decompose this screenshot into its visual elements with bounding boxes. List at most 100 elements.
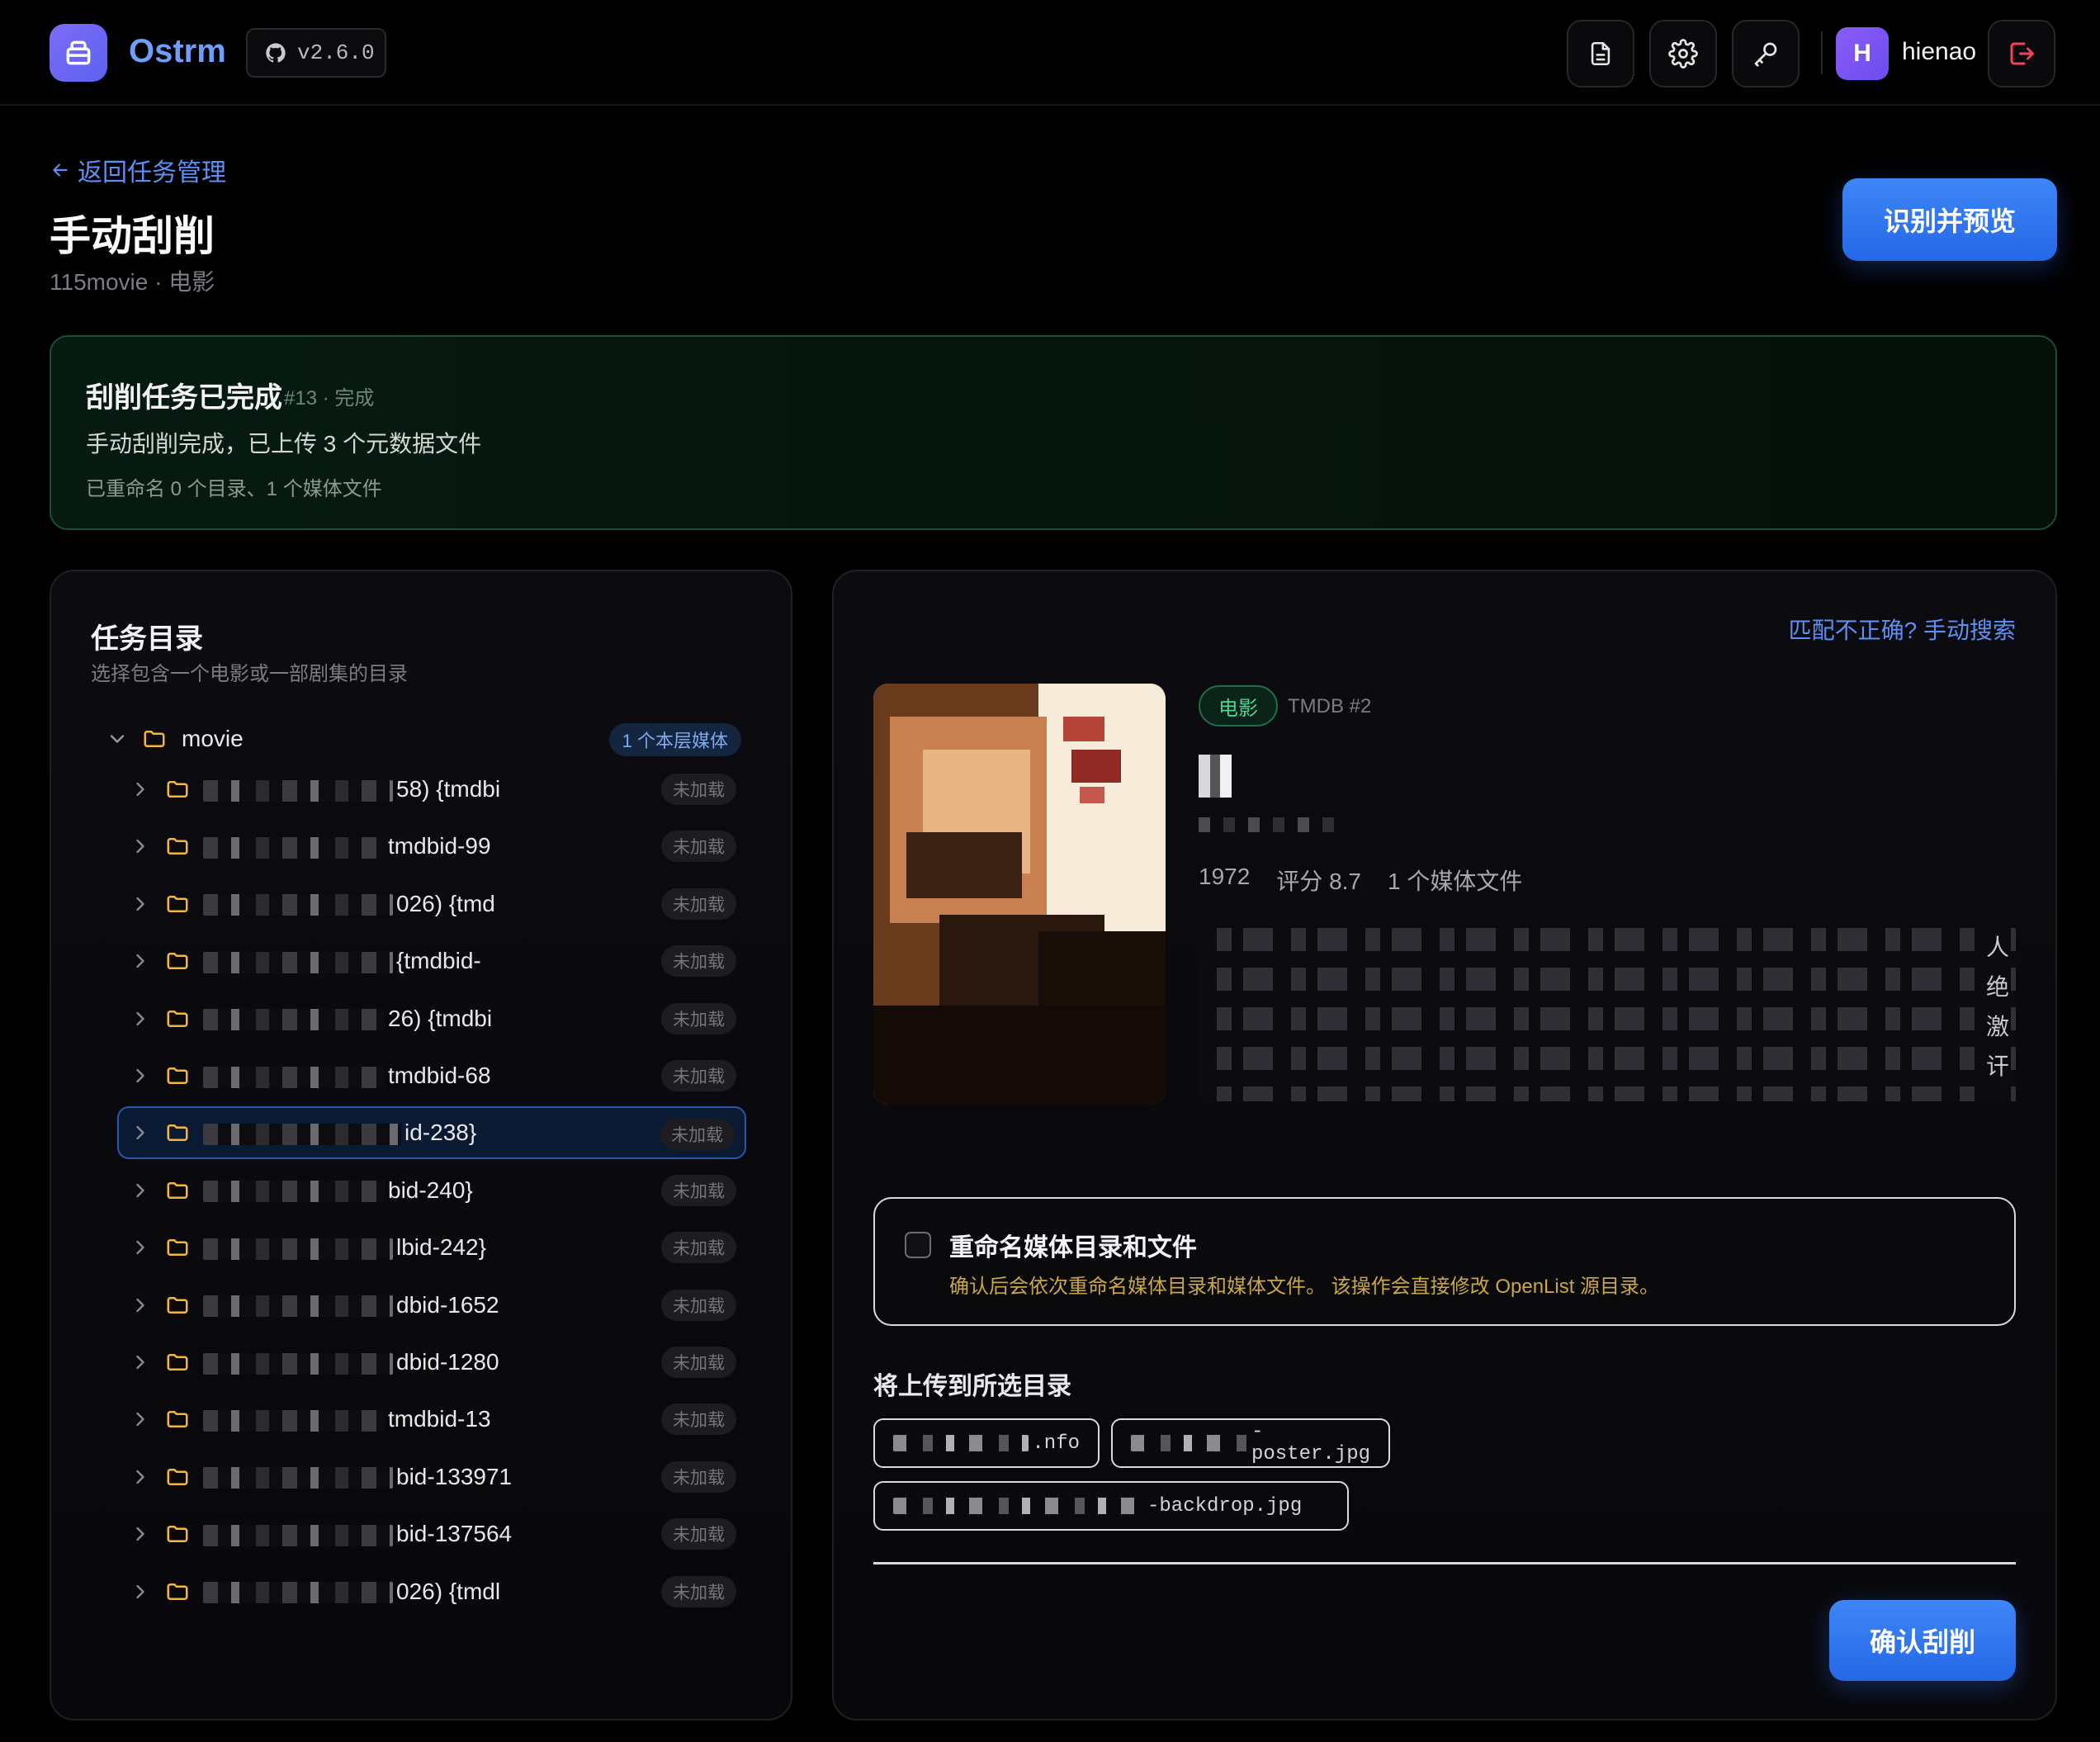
back-link-label: 返回任务管理 [78,159,226,187]
tree-row[interactable]: {tmdbid- 未加载 [119,935,746,987]
tree-row[interactable]: 026) {tmd 未加载 [119,878,746,930]
key-icon [1754,42,1777,67]
chevron-right-icon[interactable] [129,1580,152,1603]
api-key-button[interactable] [1732,20,1800,88]
banner-meta: #13 · 完成 [284,387,375,409]
folder-icon [167,781,188,798]
folder-icon [167,1411,188,1428]
chevron-right-icon[interactable] [129,835,152,858]
folder-icon [167,895,188,912]
match-detail-panel: 匹配不正确? 手动搜索 电影 TMDB #2 1972 评分 8.7 1 个媒体… [832,570,2057,1721]
chevron-right-icon[interactable] [129,1064,152,1087]
media-rating: 评分 8.7 [1276,869,1362,894]
chevron-right-icon[interactable] [129,1121,152,1144]
user-avatar[interactable]: H [1836,27,1889,80]
tree-row-label: lbid-242} [203,1234,616,1261]
folder-name-visible: 26) {tmdbi [388,1005,493,1031]
chevron-right-icon[interactable] [129,1522,152,1546]
not-loaded-badge: 未加载 [661,1289,736,1321]
tree-row[interactable]: dbid-1280 未加载 [119,1336,746,1389]
banner-message: 手动刮削完成，已上传 3 个元数据文件 [86,431,482,457]
manual-search-link[interactable]: 匹配不正确? 手动搜索 [1789,613,2016,646]
tree-row-label: dbid-1280 [203,1349,616,1375]
tree-row[interactable]: id-238} 未加载 [117,1106,746,1160]
tree-row[interactable]: lbid-242} 未加载 [119,1221,746,1274]
tree-root-movie[interactable]: movie 1 个本层媒体 [106,717,741,761]
username[interactable]: hienao [1902,38,1976,66]
tree-row[interactable]: tmdbid-13 未加载 [119,1393,746,1446]
tree-row[interactable]: 58) {tmdbi 未加载 [119,763,746,816]
folder-name-visible: tmdbid-99 [388,833,491,859]
brand-name[interactable]: Ostrm [129,33,226,70]
github-version-badge[interactable]: v2.6.0 [246,28,386,78]
tree-row[interactable]: tmdbid-68 未加载 [119,1049,746,1102]
chevron-right-icon[interactable] [129,1408,152,1431]
tree-row[interactable]: 26) {tmdbi 未加载 [119,992,746,1045]
media-meta: 1972 评分 8.7 1 个媒体文件 [1199,864,1522,897]
chevron-right-icon[interactable] [129,892,152,916]
folder-name-visible: 026) {tmdl [396,1578,501,1604]
identify-preview-button[interactable]: 识别并预览 [1842,178,2057,261]
folder-name-visible: tmdbid-68 [388,1063,491,1088]
chevron-right-icon[interactable] [129,1007,152,1030]
media-overview-redacted: 人 绝 激 讦 .. [1199,928,2016,1101]
tree-row[interactable]: 026) {tmdl 未加载 [119,1565,746,1618]
chevron-down-icon[interactable] [106,727,129,750]
not-loaded-badge: 未加载 [661,1404,736,1436]
folder-icon [167,1468,188,1485]
tree-row-label: {tmdbid- [203,948,616,974]
media-file-count: 1 个媒体文件 [1388,869,1523,894]
rename-title: 重命名媒体目录和文件 [949,1234,1197,1262]
folder-name-redacted [203,894,393,916]
overview-visible-chars: 人 绝 激 讦 .. [1986,928,2011,1101]
logs-button[interactable] [1567,20,1634,88]
chevron-right-icon[interactable] [129,949,152,973]
folder-name-redacted [203,1467,393,1489]
file-chip-poster: -poster.jpg [1111,1418,1390,1468]
folder-name-visible: tmdbid-13 [388,1406,491,1432]
not-loaded-badge: 未加载 [661,1460,736,1493]
tree-row[interactable]: bid-137564 未加载 [119,1508,746,1560]
folder-name-redacted [203,1181,385,1203]
app-logo[interactable] [50,24,107,82]
upload-target-label: 将上传到所选目录 [873,1373,1071,1400]
folder-name-visible: dbid-1280 [396,1349,499,1375]
folder-name-visible: id-238} [404,1120,477,1146]
filename-redacted [893,1435,1029,1451]
folder-name-visible: 026) {tmd [396,890,495,916]
folder-name-redacted [203,779,393,802]
settings-button[interactable] [1649,20,1717,88]
chevron-right-icon[interactable] [129,778,152,801]
chevron-right-icon[interactable] [129,1465,152,1489]
tree-row-label: 026) {tmd [203,891,616,917]
folder-name-visible: lbid-242} [396,1234,486,1261]
root-media-count-badge: 1 个本层媒体 [608,723,741,756]
chevron-right-icon[interactable] [129,1294,152,1317]
file-chip-nfo: .nfo [873,1418,1100,1468]
chevron-right-icon[interactable] [129,1236,152,1259]
folder-name-redacted [203,1410,385,1432]
folder-name-visible: 58) {tmdbi [396,776,501,802]
file-suffix: .nfo [1032,1432,1080,1455]
tree-row[interactable]: bid-133971 未加载 [119,1451,746,1503]
folder-icon [167,1354,188,1370]
tree-row[interactable]: dbid-1652 未加载 [119,1279,746,1332]
folder-name-visible: bid-240} [388,1176,473,1203]
chevron-right-icon[interactable] [129,1179,152,1202]
tree-row[interactable]: bid-240} 未加载 [119,1164,746,1217]
not-loaded-badge: 未加载 [661,1060,736,1091]
chevron-right-icon[interactable] [129,1351,152,1374]
tree-row[interactable]: tmdbid-99 未加载 [119,820,746,873]
folder-name-redacted [203,1009,385,1031]
directory-panel-subtitle: 选择包含一个电影或一部剧集的目录 [91,663,408,685]
logout-button[interactable] [1988,20,2055,88]
not-loaded-badge: 未加载 [661,1575,736,1607]
confirm-scrape-button[interactable]: 确认刮削 [1829,1600,2016,1681]
github-icon [266,43,286,63]
directory-panel: 任务目录 选择包含一个电影或一部剧集的目录 movie 1 个本层媒体 58) … [50,570,792,1721]
rename-option-card[interactable]: 重命名媒体目录和文件 确认后会依次重命名媒体目录和媒体文件。 该操作会直接修改 … [873,1197,2016,1326]
media-original-title-redacted [1199,817,1347,832]
rename-checkbox[interactable] [905,1232,931,1258]
folder-name-redacted [203,1582,393,1604]
back-to-tasks-link[interactable]: 返回任务管理 [50,152,226,188]
